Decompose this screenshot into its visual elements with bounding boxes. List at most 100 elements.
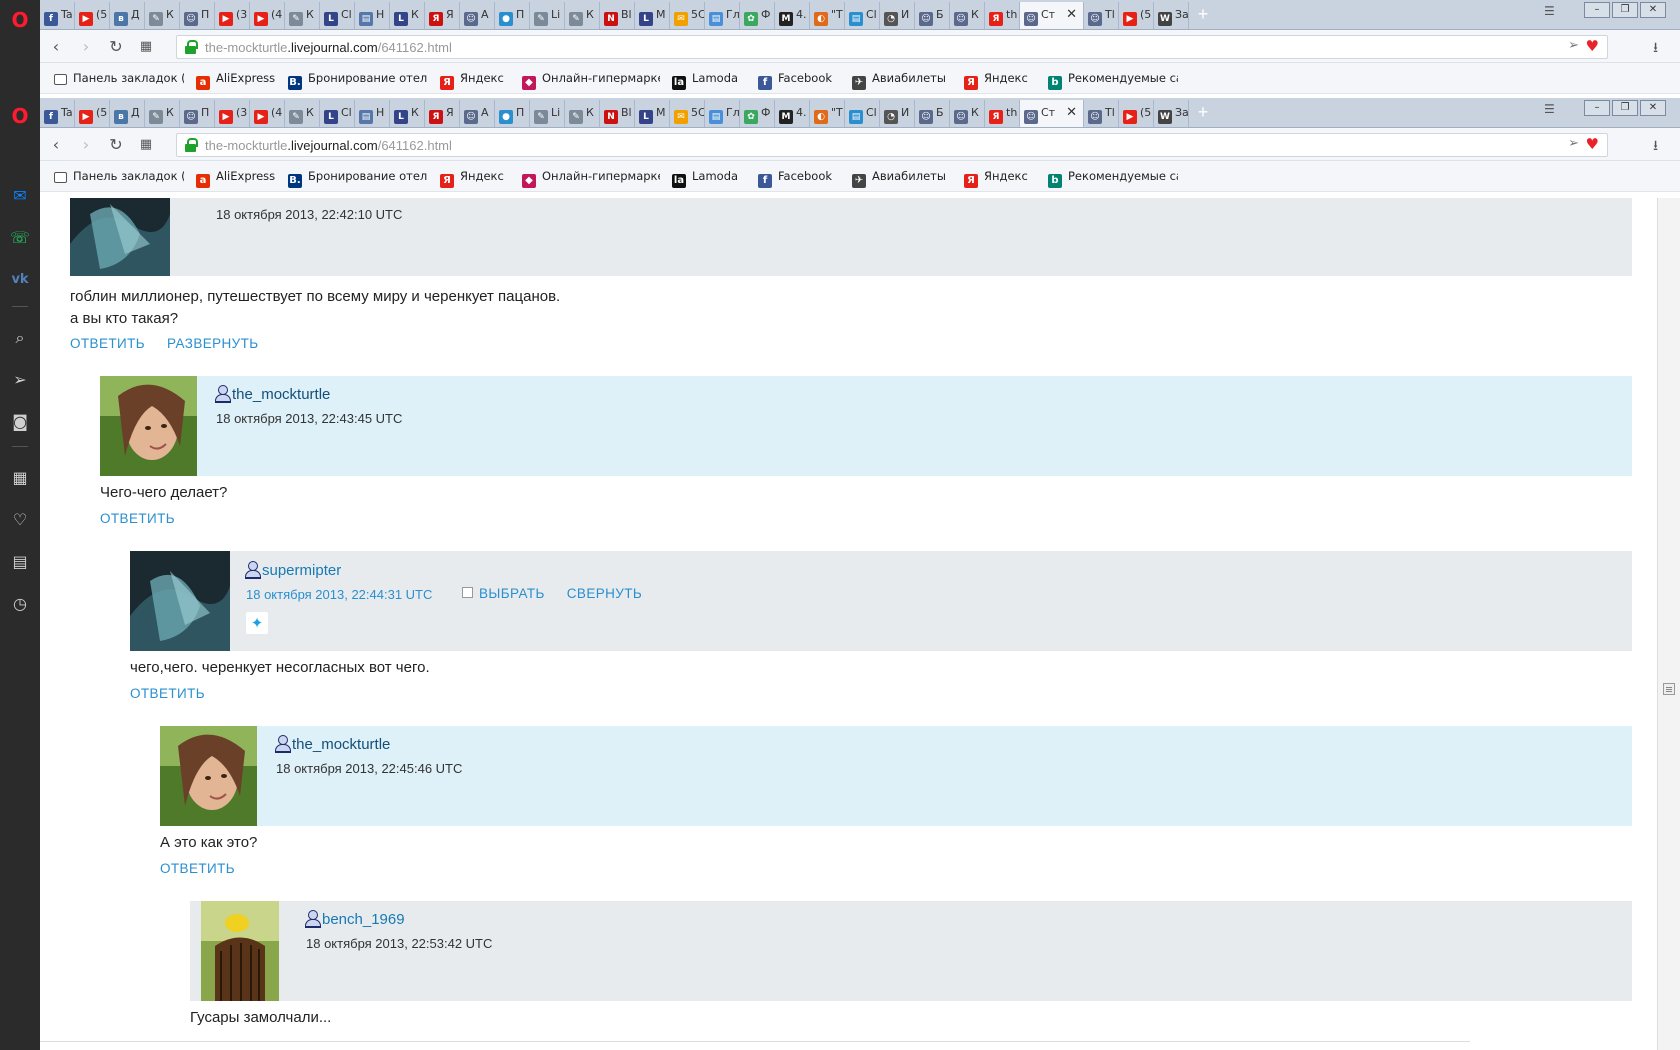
browser-tab[interactable]: ✎ К [145,100,180,127]
browser-tab[interactable]: ● П [495,100,530,127]
download-icon[interactable]: ⭳ [1653,135,1658,159]
browser-tab[interactable]: ☺ Б [915,2,950,29]
browser-tab[interactable]: L Cl [320,100,355,127]
reload-button[interactable]: ↻ [106,135,126,155]
new-tab-button[interactable]: + [1193,4,1213,24]
bookmark-item[interactable]: ◆ Онлайн-гипермарке [522,169,660,188]
tab-menu-icon[interactable]: ☰ [1544,4,1555,18]
bookmark-item[interactable]: ◆ Онлайн-гипермарке [522,71,660,90]
camera-icon[interactable]: ◙ [8,410,32,434]
minimize-button[interactable]: – [1584,100,1610,116]
browser-tab[interactable]: ☺ Б [915,100,950,127]
browser-tab[interactable]: LК [390,100,425,127]
browser-tab[interactable]: N Вl [600,2,635,29]
browser-tab[interactable]: M 4. [775,100,810,127]
browser-tab[interactable]: вД [110,2,145,29]
reload-button[interactable]: ↻ [106,37,126,57]
back-button[interactable]: ‹ [46,135,66,155]
reply-link[interactable]: ОТВЕТИТЬ [100,511,175,526]
close-tab-icon[interactable]: ✕ [1066,7,1077,22]
maximize-button[interactable]: ❐ [1612,100,1638,116]
comment-author[interactable]: the_mockturtle [275,735,390,753]
browser-tab[interactable]: ▤ Н [355,2,390,29]
select-checkbox[interactable]: ВЫБРАТЬ [462,586,545,601]
checkbox-icon[interactable] [462,587,473,598]
browser-tab[interactable]: ▤ Гл [705,100,740,127]
forward-button[interactable]: › [76,135,96,155]
browser-tab[interactable]: N Вl [600,100,635,127]
comment-date-link[interactable]: 18 октября 2013, 22:44:31 UTC [246,587,432,602]
history-clock-icon[interactable]: ◷ [8,592,32,616]
avatar[interactable] [130,551,230,651]
browser-tab[interactable]: LМ [635,2,670,29]
comment-author[interactable]: bench_1969 [305,910,405,928]
browser-tab[interactable]: вД [110,100,145,127]
heart-icon[interactable]: ♡ [8,508,32,532]
browser-tab[interactable]: ☺ П [180,2,215,29]
browser-tab[interactable]: ☺ Тl [1084,100,1119,127]
back-button[interactable]: ‹ [46,37,66,57]
browser-tab[interactable]: ✎ К [285,2,320,29]
comment-author[interactable]: supermipter [245,561,341,579]
bookmark-item[interactable]: Я Яндекс [964,71,1036,90]
browser-tab[interactable]: ▶ (5 [75,100,110,127]
browser-tab[interactable]: ☺ А [460,2,495,29]
opera-logo-icon[interactable]: O [8,8,32,32]
browser-tab[interactable]: f Ta [40,100,75,127]
browser-tab[interactable]: ✉ 5С [670,100,705,127]
browser-tab[interactable]: ✎ К [285,100,320,127]
browser-tab[interactable]: ▶ (5 [1119,2,1154,29]
bookmark-heart-icon[interactable]: ♥ [1586,135,1599,153]
close-window-button[interactable]: ✕ [1640,2,1666,18]
bookmark-item[interactable]: B. Бронирование отел [288,169,428,188]
bookmark-item[interactable]: Панель закладок (ф [54,169,184,183]
browser-tab[interactable]: ✉ 5С [670,2,705,29]
browser-tab[interactable]: ✎ К [565,100,600,127]
send-page-icon[interactable]: ➢ [1568,136,1579,151]
bookmark-item[interactable]: b Рекомендуемые сай [1048,169,1178,188]
browser-tab[interactable]: ☺ Ст ✕ [1020,100,1084,127]
bookmark-heart-icon[interactable]: ♥ [1586,37,1599,55]
browser-tab[interactable]: Яth [985,100,1020,127]
forward-button[interactable]: › [76,37,96,57]
browser-tab[interactable]: ▤ Сl [845,2,880,29]
browser-tab[interactable]: ◔ И [880,2,915,29]
scrollbar-thumb[interactable] [1663,683,1675,695]
browser-tab[interactable]: ☺ Тl [1084,2,1119,29]
bookmark-item[interactable]: Панель закладок (ф [54,71,184,85]
browser-tab[interactable]: ✎ К [145,2,180,29]
browser-tab[interactable]: LК [390,2,425,29]
download-icon[interactable]: ⭳ [1653,37,1658,61]
browser-tab[interactable]: f Ta [40,2,75,29]
browser-tab[interactable]: ✎ Li [530,100,565,127]
reply-link[interactable]: ОТВЕТИТЬ [70,336,145,351]
browser-tab[interactable]: ▶ (5 [75,2,110,29]
bookmark-item[interactable]: a AliExpress [196,71,276,90]
browser-tab[interactable]: ☺ А [460,100,495,127]
tab-grid-icon[interactable]: ▦ [136,135,156,155]
vk-icon[interactable]: vk [8,268,32,292]
whatsapp-icon[interactable]: ☏ [8,226,32,250]
send-icon[interactable]: ➢ [8,368,32,392]
browser-tab[interactable]: L Cl [320,2,355,29]
browser-tab[interactable]: ▶ (4 [250,2,285,29]
collapse-link[interactable]: СВЕРНУТЬ [567,586,642,601]
bookmark-item[interactable]: Я Яндекс [964,169,1036,188]
url-field[interactable]: the-mockturtle.livejournal.com/641162.ht… [176,133,1608,157]
browser-tab[interactable]: ✎ Li [530,2,565,29]
bookmark-item[interactable]: Я Яндекс [440,169,510,188]
browser-tab[interactable]: ▶ (3 [215,100,250,127]
bookmark-item[interactable]: la Lamoda [672,71,746,90]
tab-menu-icon[interactable]: ☰ [1544,102,1555,116]
browser-tab[interactable]: ☺ К [950,100,985,127]
browser-tab[interactable]: ЯЯ [425,100,460,127]
opera-logo-icon[interactable]: O [8,104,32,128]
bookmark-item[interactable]: B. Бронирование отел [288,71,428,90]
browser-tab[interactable]: ✿ Ф [740,2,775,29]
browser-tab[interactable]: ◐ "Т [810,2,845,29]
page-scrollbar[interactable] [1657,198,1680,1050]
messenger-icon[interactable]: ✉ [8,184,32,208]
url-field[interactable]: the-mockturtle.livejournal.com/641162.ht… [176,35,1608,59]
bookmark-item[interactable]: a AliExpress [196,169,276,188]
browser-tab[interactable]: W За [1154,100,1189,127]
